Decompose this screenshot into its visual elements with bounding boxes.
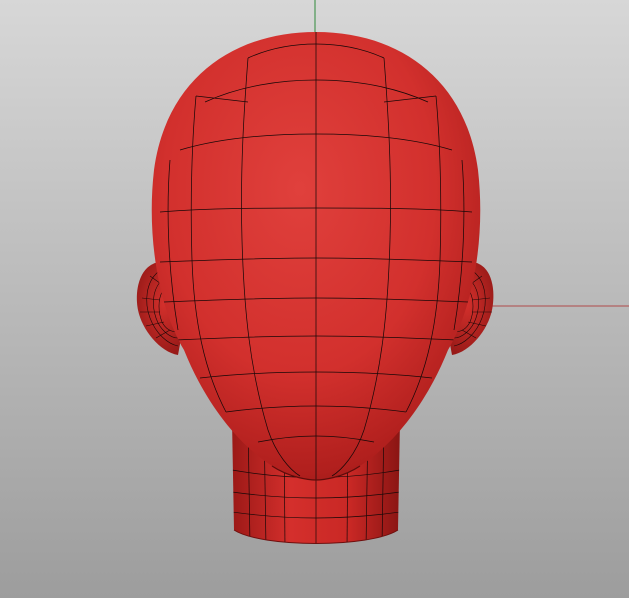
3d-viewport[interactable] <box>0 0 629 598</box>
viewport-canvas[interactable] <box>0 0 629 598</box>
